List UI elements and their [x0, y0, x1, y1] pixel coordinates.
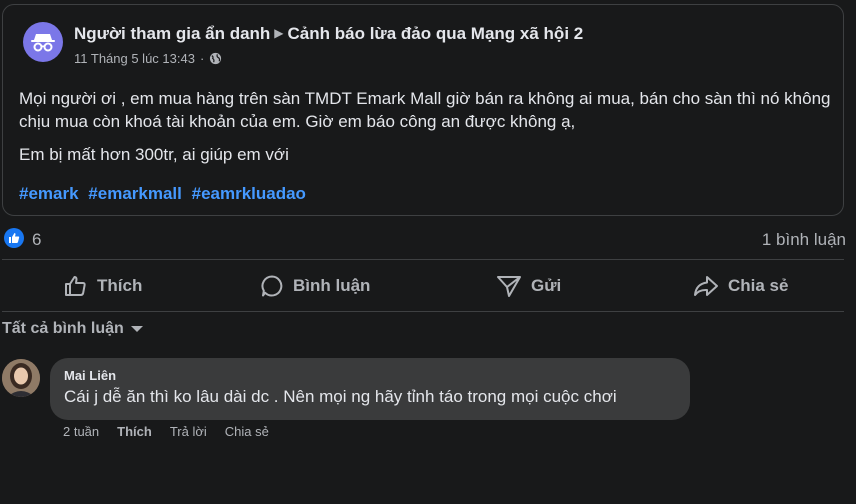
send-button-label: Gửi [531, 276, 562, 295]
comment-button[interactable]: Bình luận [260, 265, 370, 307]
comment-reply-button[interactable]: Trả lời [170, 424, 207, 439]
send-button[interactable]: Gửi [496, 265, 561, 307]
caret-down-icon [130, 326, 143, 332]
comment-like-button[interactable]: Thích [117, 424, 152, 439]
divider [2, 311, 844, 312]
comment-bubble: Mai Liên Cái j dễ ăn thì ko lâu dài dc .… [50, 358, 690, 420]
post-header: Người tham gia ẩn danh ▶ Cảnh báo lừa đảo … [74, 24, 583, 44]
like-button-label: Thích [97, 276, 143, 295]
hashtag-link[interactable]: #emark [19, 184, 79, 203]
post-text-paragraph-2: Em bị mất hơn 300tr, ai giúp em với [19, 145, 289, 164]
avatar[interactable] [2, 359, 40, 397]
post-card: Người tham gia ẩn danh ▶ Cảnh báo lừa đảo … [2, 4, 844, 216]
globe-icon [210, 52, 222, 65]
comment-sort-label: Tất cả bình luận [2, 320, 124, 337]
hashtag-link[interactable]: #emarkmall [88, 184, 182, 203]
anonymous-avatar[interactable] [23, 22, 63, 62]
comment-count[interactable]: 1 bình luận [762, 230, 846, 250]
post-meta: 11 Tháng 5 lúc 13:43 · [74, 51, 222, 66]
comment-button-label: Bình luận [293, 276, 371, 295]
share-button-label: Chia sẻ [728, 276, 789, 295]
incognito-icon [31, 34, 55, 52]
post-text-paragraph-1: Mọi người ơi , em mua hàng trên sàn TMDT… [19, 89, 831, 131]
send-icon [497, 276, 521, 297]
reaction-count[interactable]: 6 [32, 230, 41, 250]
reactions-row: 6 1 bình luận [0, 226, 856, 252]
group-name[interactable]: Cảnh báo lừa đảo qua Mạng xã hội 2 [288, 24, 584, 43]
meta-separator: · [199, 51, 205, 66]
share-button[interactable]: Chia sẻ [693, 265, 788, 307]
comment-text: Cái j dễ ăn thì ko lâu dài dc . Nên mọi … [64, 387, 617, 406]
post-timestamp[interactable]: 11 Tháng 5 lúc 13:43 [74, 51, 195, 66]
hashtag-list: #emark #emarkmall #eamrkluadao [19, 184, 311, 204]
comment-author-name[interactable]: Mai Liên [64, 368, 676, 383]
post-body: Mọi người ơi , em mua hàng trên sàn TMDT… [19, 87, 834, 166]
thumbs-up-icon [65, 276, 86, 296]
share-icon [694, 276, 718, 296]
like-reaction-icon[interactable] [4, 228, 24, 248]
comment-timestamp[interactable]: 2 tuần [63, 424, 99, 439]
comment-share-button[interactable]: Chia sẻ [225, 424, 269, 439]
comment-actions: 2 tuần Thích Trả lời Chia sẻ [63, 424, 269, 439]
like-button[interactable]: Thích [64, 265, 142, 307]
arrow-right-icon: ▶ [274, 26, 284, 40]
author-name[interactable]: Người tham gia ẩn danh [74, 24, 270, 43]
hashtag-link[interactable]: #eamrkluadao [192, 184, 306, 203]
divider [2, 259, 844, 260]
action-bar: Thích Bình luận Gửi Chia sẻ [0, 265, 856, 307]
comment-sort-dropdown[interactable]: Tất cả bình luận [2, 320, 144, 338]
comment-icon [261, 275, 283, 297]
